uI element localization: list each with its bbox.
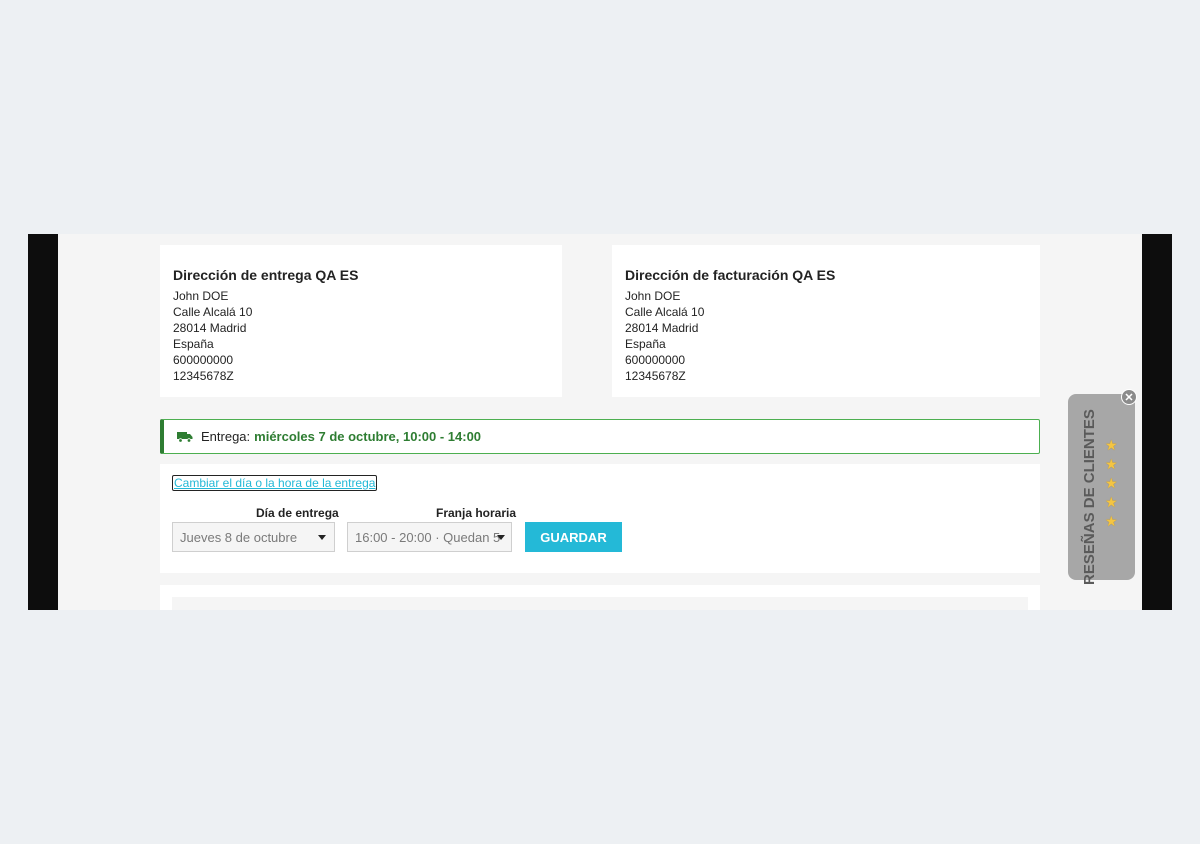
delivery-day-label: Día de entrega — [256, 506, 339, 520]
billing-address-title: Dirección de facturación QA ES — [625, 267, 836, 283]
star-icon: ★ — [1105, 437, 1118, 453]
rating-stars: ★ ★ ★ ★ ★ — [1105, 437, 1118, 529]
chevron-down-icon — [318, 535, 326, 540]
delivery-label: Entrega: — [201, 429, 251, 444]
billing-name: John DOE — [625, 289, 681, 303]
change-delivery-link[interactable]: Cambiar el día o la hora de la entrega — [172, 475, 378, 491]
time-slot-label: Franja horaria — [436, 506, 517, 520]
shipping-city: 28014 Madrid — [173, 321, 247, 335]
customer-reviews-tab[interactable]: RESEÑAS DE CLIENTES ★ ★ ★ ★ ★ — [1068, 394, 1135, 585]
shipping-tax-id: 12345678Z — [173, 369, 234, 383]
chevron-down-icon — [497, 535, 505, 540]
delivery-value: miércoles 7 de octubre, 10:00 - 14:00 — [254, 429, 482, 444]
star-icon: ★ — [1105, 494, 1118, 510]
customer-reviews-label: RESEÑAS DE CLIENTES — [1081, 409, 1098, 585]
shipping-address-card: Dirección de entrega QA ES John DOE Call… — [160, 245, 562, 397]
billing-street: Calle Alcalá 10 — [625, 305, 705, 319]
change-delivery-panel: Cambiar el día o la hora de la entrega D… — [160, 464, 1040, 573]
shipping-phone: 600000000 — [173, 353, 234, 367]
shipping-name: John DOE — [173, 289, 229, 303]
delivery-day-value: Jueves 8 de octubre — [180, 529, 298, 545]
shipping-street: Calle Alcalá 10 — [173, 305, 253, 319]
checkout-content: Dirección de entrega QA ES John DOE Call… — [58, 234, 1142, 610]
billing-address-card: Dirección de facturación QA ES John DOE … — [612, 245, 1040, 397]
star-icon: ★ — [1105, 456, 1118, 472]
billing-city: 28014 Madrid — [625, 321, 699, 335]
next-section-inner — [172, 597, 1028, 610]
star-icon: ★ — [1105, 513, 1118, 529]
time-slot-value: 16:00 - 20:00 · Quedan 5 — [355, 529, 501, 545]
save-button[interactable]: GUARDAR — [525, 522, 622, 552]
truck-icon — [177, 431, 193, 443]
shipping-country: España — [173, 337, 214, 351]
billing-country: España — [625, 337, 666, 351]
shipping-address-title: Dirección de entrega QA ES — [173, 267, 359, 283]
billing-tax-id: 12345678Z — [625, 369, 686, 383]
page-viewport: Dirección de entrega QA ES John DOE Call… — [28, 234, 1172, 610]
close-icon[interactable]: ✕ — [1121, 389, 1137, 405]
customer-reviews-label-wrap: RESEÑAS DE CLIENTES — [1070, 409, 1110, 585]
next-section-panel — [160, 585, 1040, 610]
delivery-day-select[interactable]: Jueves 8 de octubre — [172, 522, 335, 552]
time-slot-select[interactable]: 16:00 - 20:00 · Quedan 5 — [347, 522, 512, 552]
billing-phone: 600000000 — [625, 353, 686, 367]
delivery-info-alert: Entrega: miércoles 7 de octubre, 10:00 -… — [160, 419, 1040, 454]
star-icon: ★ — [1105, 475, 1118, 491]
